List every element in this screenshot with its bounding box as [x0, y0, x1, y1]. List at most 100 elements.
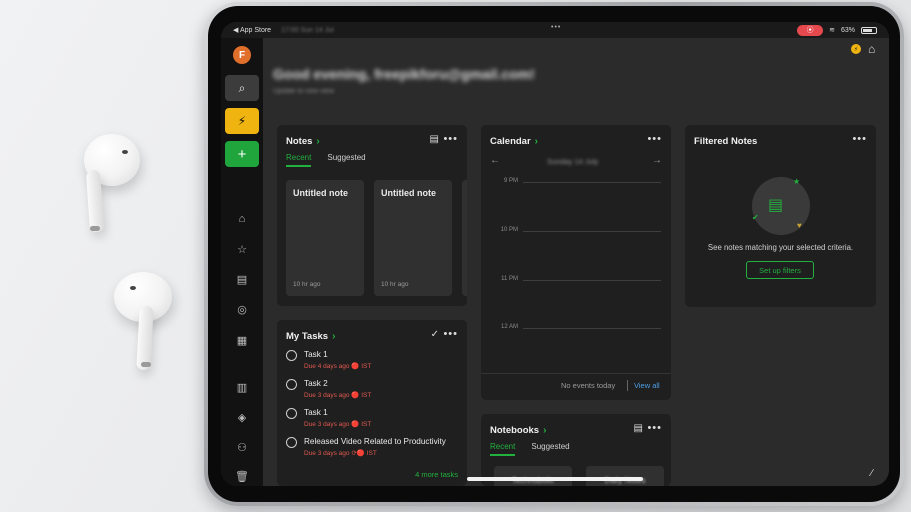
filtered-notes-title-text: Filtered Notes	[694, 136, 758, 147]
status-bar: ◀ App Store 17:00 Sun 14 Jul ••• ⦿ ≋ 63%	[221, 22, 889, 38]
filtered-more-options-icon[interactable]: •••	[852, 133, 867, 145]
notes-nav-icon[interactable]: ▤	[234, 271, 250, 287]
airpod-right	[108, 270, 178, 375]
new-task-icon[interactable]: ✓	[431, 329, 439, 340]
home-nav-icon[interactable]: ⌂	[234, 211, 250, 227]
notebook-card[interactable]: Technobolic	[494, 466, 572, 486]
notebooks-title-text: Notebooks	[490, 425, 540, 436]
status-time: 17:00 Sun 14 Jul	[281, 26, 334, 34]
notes-more-options-icon[interactable]: •••	[443, 133, 458, 145]
screen-recording-indicator[interactable]: ⦿	[797, 24, 824, 36]
shared-users-icon[interactable]: ⚇	[234, 439, 250, 455]
previous-day-arrow-icon[interactable]: ←	[490, 155, 500, 166]
page-subline: Update to new view	[273, 88, 335, 95]
task-due: Due 3 days ago 🔴 IST	[304, 392, 372, 399]
notebooks-tabs: Recent Suggested	[490, 442, 570, 456]
calendar-more-options-icon[interactable]: •••	[647, 133, 662, 145]
tab-suggested[interactable]: Suggested	[327, 153, 365, 167]
calendar-title-text: Calendar	[490, 136, 531, 147]
plus-icon: +	[237, 145, 247, 163]
chevron-right-icon: ›	[316, 136, 320, 147]
more-tasks-link[interactable]: 4 more tasks	[415, 470, 458, 479]
note-timestamp: 10 hr ago	[381, 281, 409, 288]
note-timestamp: 10 hr ago	[293, 281, 321, 288]
hour-label: 9 PM	[503, 178, 518, 184]
shortcuts-star-icon[interactable]: ☆	[234, 241, 250, 257]
filtered-notes-widget: Filtered Notes ••• ▤ ★ ✔ ♥ See notes mat…	[685, 125, 876, 307]
notebooks-widget-title[interactable]: Notebooks ›	[490, 425, 546, 436]
notebooks-more-options-icon[interactable]: •••	[647, 422, 662, 434]
calendar-widget: Calendar › ••• ← Sunday 14 July → 9 PM 1…	[481, 125, 671, 400]
battery-percent: 63%	[840, 26, 855, 34]
set-up-filters-button[interactable]: Set up filters	[746, 261, 814, 279]
hour-gridline	[523, 231, 661, 232]
tasks-title-text: My Tasks	[286, 331, 329, 342]
battery-icon	[861, 26, 877, 34]
airpod-left	[78, 132, 148, 237]
home-settings-icon[interactable]: ⌂	[868, 42, 875, 56]
filtered-notes-title: Filtered Notes	[694, 136, 757, 147]
new-notebook-icon[interactable]: ▤	[634, 423, 643, 434]
task-name[interactable]: Released Video Related to Productivity	[304, 437, 446, 446]
hour-gridline	[523, 328, 661, 329]
task-name[interactable]: Task 1	[304, 350, 328, 359]
multitasking-dots[interactable]: •••	[551, 24, 561, 31]
task-due: Due 3 days ago 🔴 IST	[304, 421, 372, 428]
tasks-more-options-icon[interactable]: •••	[443, 328, 458, 340]
notes-title-text: Notes	[286, 136, 313, 147]
avatar[interactable]: F	[233, 46, 251, 64]
note-card[interactable]: Untitled note 10 hr ago	[374, 180, 452, 296]
notebooks-nav-icon[interactable]: ▥	[234, 379, 250, 395]
hour-label: 11 PM	[501, 276, 518, 282]
calendar-footer-divider	[481, 373, 671, 374]
hour-label: 12 AM	[500, 324, 518, 330]
heart-icon: ♥	[797, 221, 802, 230]
home-indicator[interactable]	[467, 477, 643, 481]
tasks-widget-title[interactable]: My Tasks ›	[286, 331, 335, 342]
upgrade-button[interactable]: ⚡	[225, 108, 259, 134]
lightning-icon: ⚡	[237, 114, 247, 128]
resize-handle-icon[interactable]: ∕	[871, 468, 873, 479]
task-name[interactable]: Task 1	[304, 408, 328, 417]
task-name[interactable]: Task 2	[304, 379, 328, 388]
hour-label: 10 PM	[500, 227, 518, 233]
trash-icon[interactable]: 🗑	[234, 468, 250, 484]
tags-nav-icon[interactable]: ◈	[234, 409, 250, 425]
task-checkbox[interactable]	[286, 379, 297, 390]
no-events-text: No events today	[561, 381, 616, 390]
notebook-card[interactable]: Daily Notes	[586, 466, 664, 486]
task-checkbox[interactable]	[286, 437, 297, 448]
tab-recent[interactable]: Recent	[490, 442, 516, 456]
note-card-partial[interactable]	[462, 180, 467, 296]
chevron-right-icon: ›	[543, 425, 547, 436]
tasks-widget: My Tasks › ✓ ••• Task 1 Due 4 days ago 🔴…	[277, 320, 467, 486]
calendar-nav-icon[interactable]: ▦	[234, 332, 250, 348]
search-button[interactable]: ⌕	[225, 75, 259, 101]
tab-recent[interactable]: Recent	[286, 153, 312, 167]
sparkle-icon: ★	[793, 177, 801, 186]
search-icon: ⌕	[238, 80, 246, 95]
calendar-widget-title[interactable]: Calendar ›	[490, 136, 538, 147]
note-card[interactable]: Untitled note 10 hr ago	[286, 180, 364, 296]
upgrade-badge-icon[interactable]: ⚡	[851, 44, 861, 54]
notes-widget-title[interactable]: Notes ›	[286, 136, 320, 147]
hour-gridline	[523, 182, 661, 183]
create-new-button[interactable]: +	[225, 141, 259, 167]
notebooks-widget: Notebooks › ▤ ••• Recent Suggested Techn…	[481, 414, 671, 486]
next-day-arrow-icon[interactable]: →	[652, 155, 662, 166]
page-greeting: Good evening, freepikforu@gmail.com!	[273, 66, 535, 82]
tasks-check-icon[interactable]: ◎	[234, 301, 250, 317]
note-title: Untitled note	[381, 188, 436, 198]
app-screen: ◀ App Store 17:00 Sun 14 Jul ••• ⦿ ≋ 63%…	[221, 22, 889, 486]
task-checkbox[interactable]	[286, 408, 297, 419]
back-to-app-store-link[interactable]: ◀ App Store	[233, 26, 271, 34]
calendar-date: Sunday 14 July	[547, 157, 599, 166]
new-note-icon[interactable]: ▤	[430, 134, 439, 145]
tab-suggested[interactable]: Suggested	[531, 442, 569, 456]
view-all-link[interactable]: View all	[634, 381, 660, 390]
chevron-right-icon: ›	[332, 331, 336, 342]
task-checkbox[interactable]	[286, 350, 297, 361]
footer-separator	[627, 380, 628, 391]
filtered-notes-description: See notes matching your selected criteri…	[707, 243, 854, 252]
chevron-right-icon: ›	[534, 136, 538, 147]
